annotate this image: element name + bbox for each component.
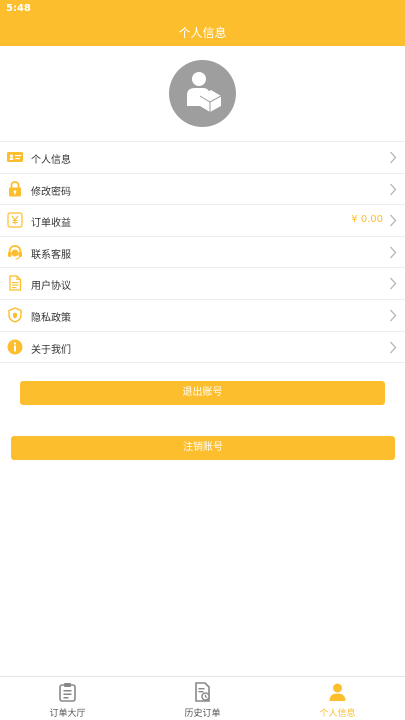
headset-icon (8, 244, 22, 260)
status-time: 5:48 (6, 3, 31, 14)
menu-item-label: 隐私政策 (31, 312, 71, 324)
tab-label: 个人信息 (319, 709, 356, 719)
tab-label: 历史订单 (184, 709, 221, 719)
avatar[interactable] (169, 60, 236, 127)
menu-item-label: 关于我们 (31, 344, 71, 356)
chevron-right-icon (390, 341, 397, 353)
cancel-account-button[interactable]: 注销账号 (11, 436, 395, 460)
chevron-right-icon (390, 309, 397, 322)
chevron-right-icon (390, 246, 397, 259)
courier-avatar-icon (187, 72, 222, 112)
info-icon (7, 339, 23, 355)
history-doc-icon (195, 682, 210, 702)
id-card-icon (7, 152, 23, 162)
chevron-right-icon (390, 183, 397, 195)
yen-icon (7, 212, 23, 228)
menu-item-about-us[interactable]: 关于我们 (0, 332, 405, 364)
shield-icon (8, 307, 22, 323)
menu-item-label: 订单收益 (31, 218, 71, 230)
clipboard-icon (59, 683, 76, 702)
menu-item-privacy-policy[interactable]: 隐私政策 (0, 300, 405, 332)
menu-item-label: 个人信息 (31, 155, 71, 166)
tab-history-orders[interactable]: 历史订单 (135, 677, 270, 720)
menu-item-profile[interactable]: 个人信息 (0, 142, 405, 174)
menu-item-label: 修改密码 (31, 186, 71, 198)
menu-item-customer-service[interactable]: 联系客服 (0, 237, 405, 269)
settings-menu: 个人信息 修改密码 订单收益 ¥ 0.00 联系客服 用户协议 隐私政策 关于我… (0, 141, 405, 364)
tab-order-hall[interactable]: 订单大厅 (0, 677, 135, 720)
earnings-amount: ¥ 0.00 (351, 214, 383, 226)
chevron-right-icon (390, 151, 397, 164)
menu-item-order-earnings[interactable]: 订单收益 ¥ 0.00 (0, 205, 405, 237)
app-header: 5:48 个人信息 (0, 0, 405, 46)
tab-profile[interactable]: 个人信息 (270, 677, 405, 720)
menu-item-change-password[interactable]: 修改密码 (0, 174, 405, 206)
page-title: 个人信息 (178, 26, 227, 40)
person-icon (329, 683, 346, 701)
menu-item-label: 用户协议 (31, 281, 71, 293)
chevron-right-icon (390, 277, 397, 290)
tab-label: 订单大厅 (49, 709, 86, 719)
menu-item-label: 联系客服 (31, 249, 71, 261)
bottom-tab-bar: 订单大厅 历史订单 个人信息 (0, 676, 405, 720)
menu-item-user-agreement[interactable]: 用户协议 (0, 268, 405, 300)
chevron-right-icon (390, 214, 397, 227)
document-icon (9, 275, 22, 292)
lock-icon (9, 180, 21, 197)
logout-button[interactable]: 退出账号 (20, 381, 385, 405)
